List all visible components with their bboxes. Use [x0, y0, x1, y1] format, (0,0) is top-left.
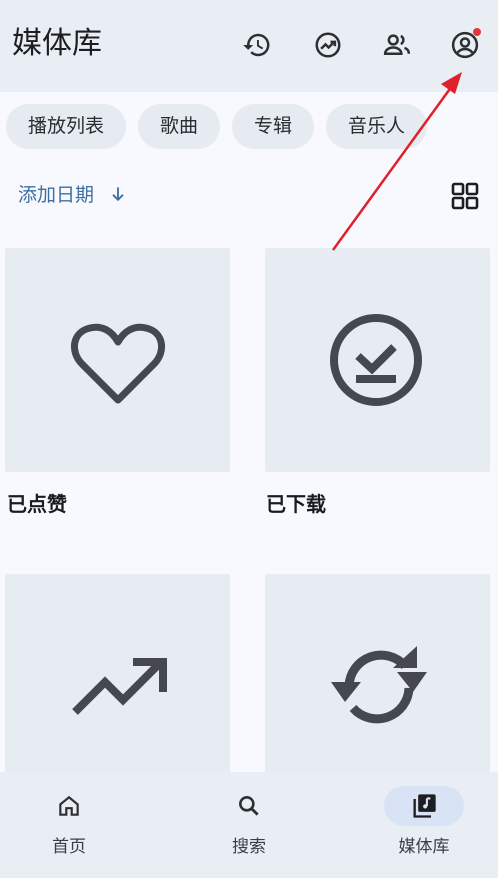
library-icon [413, 794, 436, 818]
nav-label-library: 媒体库 [398, 837, 450, 857]
active-indicator [384, 786, 464, 826]
home-icon [59, 795, 79, 816]
nav-search[interactable]: 搜索 [189, 786, 309, 866]
bottom-navigation: 首页 搜索 媒体库 [0, 772, 498, 878]
nav-library[interactable]: 媒体库 [364, 786, 484, 866]
annotation-arrow [331, 72, 462, 251]
nav-home[interactable]: 首页 [9, 786, 129, 866]
nav-label-home: 首页 [52, 837, 86, 857]
search-icon [239, 796, 259, 816]
nav-label-search: 搜索 [232, 837, 266, 857]
